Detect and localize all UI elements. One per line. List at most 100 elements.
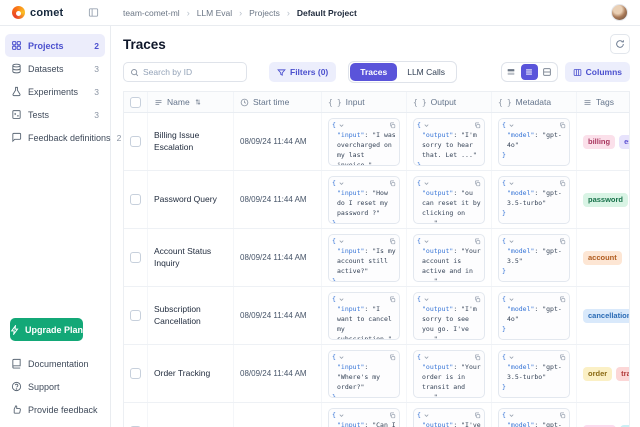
breadcrumb-item[interactable]: LLM Eval	[197, 8, 232, 18]
chevron-down-icon[interactable]	[423, 354, 430, 361]
breadcrumb-item[interactable]: team-comet-ml	[123, 8, 180, 18]
sidebar-item-tests[interactable]: Tests3	[5, 103, 105, 126]
copy-icon[interactable]	[389, 180, 396, 187]
row-checkbox[interactable]	[130, 194, 141, 205]
tab-traces[interactable]: Traces	[350, 63, 397, 81]
select-all-checkbox[interactable]	[130, 97, 141, 108]
copy-icon[interactable]	[474, 122, 481, 129]
copy-icon[interactable]	[474, 354, 481, 361]
chevron-down-icon[interactable]	[423, 122, 430, 129]
chevron-down-icon[interactable]	[423, 180, 430, 187]
output-code-cell[interactable]: {"output": "ou can reset it by clicking …	[413, 176, 485, 224]
row-checkbox[interactable]	[130, 368, 141, 379]
search-box[interactable]	[123, 62, 247, 82]
upgrade-plan-button[interactable]: Upgrade Plan	[10, 318, 83, 341]
chevron-down-icon[interactable]	[508, 122, 515, 129]
columns-button[interactable]: Columns	[565, 62, 630, 82]
input-code-cell[interactable]: {"input": "How do I reset my password ?"…	[328, 176, 400, 224]
sidebar-item-support[interactable]: Support	[5, 375, 105, 398]
table-row[interactable]: Subscription Cancellation08/09/24 11:44 …	[124, 287, 629, 345]
filters-button[interactable]: Filters (0)	[269, 62, 336, 82]
copy-icon[interactable]	[474, 296, 481, 303]
copy-icon[interactable]	[474, 412, 481, 419]
chevron-down-icon[interactable]	[508, 180, 515, 187]
comet-logo[interactable]: comet	[12, 6, 84, 19]
input-code-cell[interactable]: {"input": "I want to cancel my subscript…	[328, 292, 400, 340]
input-code-cell[interactable]: {"input": "Where's my order?"}	[328, 350, 400, 398]
copy-icon[interactable]	[474, 238, 481, 245]
density-expanded-icon[interactable]	[539, 64, 556, 80]
copy-icon[interactable]	[559, 180, 566, 187]
table-row[interactable]: Account Status Inquiry08/09/24 11:44 AM{…	[124, 229, 629, 287]
table-row[interactable]: Billing Issue Escalation08/09/24 11:44 A…	[124, 113, 629, 171]
input-code-cell[interactable]: {"input": "I was overcharged on my last …	[328, 118, 400, 166]
row-checkbox[interactable]	[130, 310, 141, 321]
sidebar-collapse-icon[interactable]	[88, 7, 99, 18]
copy-icon[interactable]	[559, 412, 566, 419]
json-key: "output"	[422, 421, 453, 427]
chevron-down-icon[interactable]	[508, 238, 515, 245]
column-header-metadata[interactable]: {} Metadata	[492, 92, 577, 112]
table-row[interactable]: Password Query08/09/24 11:44 AM{"input":…	[124, 171, 629, 229]
chevron-down-icon[interactable]	[423, 238, 430, 245]
copy-icon[interactable]	[559, 122, 566, 129]
table-row[interactable]: Order Tracking08/09/24 11:44 AM{"input":…	[124, 345, 629, 403]
refresh-button[interactable]	[610, 34, 630, 54]
metadata-code-cell[interactable]: {"model": "gpt-3.5-turbo"}	[498, 350, 570, 398]
output-code-cell[interactable]: {"output": "Your account is active and i…	[413, 234, 485, 282]
density-default-icon[interactable]	[521, 64, 538, 80]
output-code-cell[interactable]: {"output": "Your order is in transit and…	[413, 350, 485, 398]
chevron-down-icon[interactable]	[338, 296, 345, 303]
metadata-code-cell[interactable]: {"model": "gpt-3.5-turbo"}	[498, 176, 570, 224]
metadata-code-cell[interactable]: {"model": "gpt-4o"}	[498, 292, 570, 340]
output-code-cell[interactable]: {"output": "I've submitted your refund r…	[413, 408, 485, 427]
chevron-down-icon[interactable]	[508, 412, 515, 419]
chevron-down-icon[interactable]	[338, 412, 345, 419]
breadcrumb-item[interactable]: Projects	[249, 8, 280, 18]
output-code-cell[interactable]: {"output": "I'm sorry to see you go. I'v…	[413, 292, 485, 340]
row-checkbox[interactable]	[130, 252, 141, 263]
copy-icon[interactable]	[559, 296, 566, 303]
chevron-down-icon[interactable]	[423, 412, 430, 419]
sidebar-item-feedback-definitions[interactable]: Feedback definitions2	[5, 126, 105, 149]
copy-icon[interactable]	[389, 122, 396, 129]
column-header-start-time[interactable]: Start time	[234, 92, 322, 112]
row-checkbox[interactable]	[130, 136, 141, 147]
copy-icon[interactable]	[389, 412, 396, 419]
chevron-down-icon[interactable]	[423, 296, 430, 303]
output-code-cell[interactable]: {"output": "I'm sorry to hear that. Let …	[413, 118, 485, 166]
sidebar-item-experiments[interactable]: Experiments3	[5, 80, 105, 103]
chevron-down-icon[interactable]	[508, 354, 515, 361]
chevron-down-icon[interactable]	[338, 122, 345, 129]
column-header-name[interactable]: Name	[148, 92, 234, 112]
metadata-code-cell[interactable]: {"model": "gpt-3.5"}	[498, 234, 570, 282]
sidebar-item-projects[interactable]: Projects2	[5, 34, 105, 57]
breadcrumb-item[interactable]: Default Project	[297, 8, 357, 18]
tab-llm-calls[interactable]: LLM Calls	[397, 63, 455, 81]
search-input[interactable]	[143, 67, 240, 77]
chevron-down-icon[interactable]	[338, 180, 345, 187]
sort-icon[interactable]	[194, 98, 202, 106]
input-code-cell[interactable]: {"input": "Is my account still active?"}	[328, 234, 400, 282]
sidebar-item-documentation[interactable]: Documentation	[5, 352, 105, 375]
column-header-tags[interactable]: Tags	[577, 92, 629, 112]
copy-icon[interactable]	[389, 296, 396, 303]
copy-icon[interactable]	[474, 180, 481, 187]
copy-icon[interactable]	[389, 354, 396, 361]
column-header-input[interactable]: {} Input	[322, 92, 407, 112]
copy-icon[interactable]	[559, 354, 566, 361]
chevron-down-icon[interactable]	[338, 238, 345, 245]
user-avatar[interactable]	[611, 4, 628, 21]
copy-icon[interactable]	[389, 238, 396, 245]
chevron-down-icon[interactable]	[338, 354, 345, 361]
metadata-code-cell[interactable]: {"model": "gpt-4o"}	[498, 118, 570, 166]
metadata-code-cell[interactable]: {"model": "gpt-3.5"}	[498, 408, 570, 427]
column-header-output[interactable]: {} Output	[407, 92, 492, 112]
chevron-down-icon[interactable]	[508, 296, 515, 303]
copy-icon[interactable]	[559, 238, 566, 245]
sidebar-item-provide-feedback[interactable]: Provide feedback	[5, 398, 105, 421]
table-row[interactable]: Refund Request08/09/24 11:44 AM{"input":…	[124, 403, 629, 427]
density-compact-icon[interactable]	[503, 64, 520, 80]
input-code-cell[interactable]: {"input": "Can I get a refund for my las…	[328, 408, 400, 427]
sidebar-item-datasets[interactable]: Datasets3	[5, 57, 105, 80]
